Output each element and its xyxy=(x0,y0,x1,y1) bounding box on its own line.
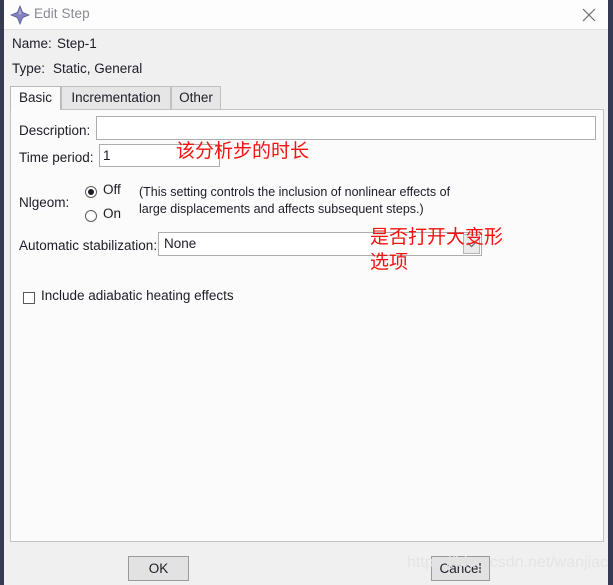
close-icon[interactable] xyxy=(576,3,602,27)
radio-selected-icon xyxy=(85,186,97,198)
time-period-label: Time period: xyxy=(19,150,94,165)
radio-unselected-icon xyxy=(85,210,97,222)
tab-basic[interactable]: Basic xyxy=(10,86,61,110)
basic-tab-panel: Description: Time period: Nlgeom: Off On… xyxy=(10,109,604,542)
step-name-value: Step-1 xyxy=(57,36,97,51)
step-type-label: Type: xyxy=(12,61,46,76)
dialog-footer: OK Cancel xyxy=(4,542,608,585)
window-title: Edit Step xyxy=(34,6,90,21)
step-name-label: Name: xyxy=(12,36,52,51)
nlgeom-off-label: Off xyxy=(103,182,121,197)
title-bar: Edit Step xyxy=(4,0,608,30)
chevron-down-icon[interactable] xyxy=(463,234,480,254)
tab-other[interactable]: Other xyxy=(171,86,221,110)
automatic-stabilization-combobox[interactable]: None xyxy=(158,232,482,256)
time-period-input[interactable] xyxy=(99,144,220,167)
cancel-button[interactable]: Cancel xyxy=(431,556,490,581)
ok-button[interactable]: OK xyxy=(128,556,189,581)
nlgeom-hint-text: (This setting controls the inclusion of … xyxy=(139,185,451,216)
abaqus-diamond-icon xyxy=(9,4,31,26)
tab-incrementation[interactable]: Incrementation xyxy=(61,86,171,110)
nlgeom-on-label: On xyxy=(103,206,122,221)
automatic-stabilization-value: None xyxy=(164,236,197,251)
include-adiabatic-heating-label: Include adiabatic heating effects xyxy=(41,288,234,303)
description-label: Description: xyxy=(19,123,91,138)
automatic-stabilization-label: Automatic stabilization: xyxy=(19,238,158,253)
checkbox-unchecked-icon xyxy=(23,292,35,304)
description-input[interactable] xyxy=(96,116,596,140)
nlgeom-label: Nlgeom: xyxy=(19,195,70,210)
edit-step-dialog: Edit Step Name: Step-1 Type: Static, Gen… xyxy=(0,0,613,585)
step-type-value: Static, General xyxy=(53,61,143,76)
